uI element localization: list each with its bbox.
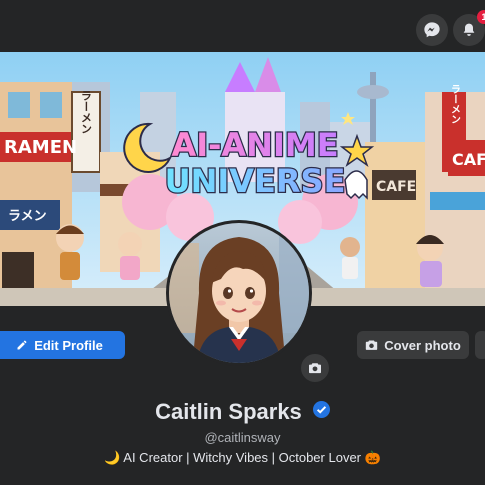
cover-photo-button[interactable]: Cover photo	[357, 331, 469, 359]
profile-name: Caitlin Sparks	[155, 399, 302, 424]
edit-profile-label: Edit Profile	[34, 337, 103, 353]
cover-sign-ramen: RAMEN	[4, 137, 77, 158]
cover-sign-ramen-small: ラメン	[8, 209, 47, 224]
cover-banner-line2: UNIVERSE	[165, 162, 346, 200]
verified-badge-icon	[312, 401, 330, 418]
profile-name-row: Caitlin Sparks	[0, 399, 485, 425]
more-options-button[interactable]	[475, 331, 485, 359]
cover-sign-cafe-partial: CAF	[452, 150, 485, 169]
camera-icon	[309, 363, 321, 374]
profile-picture-frame[interactable]	[166, 220, 312, 366]
avatar[interactable]	[169, 223, 309, 363]
cover-sign-cafe: CAFE	[376, 179, 416, 195]
messenger-icon	[424, 22, 440, 38]
avatar-illustration	[169, 223, 309, 363]
messenger-button[interactable]	[416, 14, 448, 46]
cover-banner-line1: AI-ANIME	[171, 126, 338, 164]
pencil-icon	[17, 340, 27, 350]
change-profile-picture-button[interactable]	[299, 352, 331, 384]
cover-sign-ramen-right: ラーメン	[449, 84, 461, 124]
cover-photo-label: Cover photo	[384, 337, 461, 353]
camera-icon	[366, 340, 378, 350]
profile-handle: @caitlinsway	[204, 430, 281, 445]
notification-count-badge: 1	[477, 10, 485, 24]
bell-icon	[463, 23, 475, 36]
profile-bio: 🌙 AI Creator | Witchy Vibes | October Lo…	[104, 450, 381, 465]
cover-sign-ramen-vertical: ラーメン	[80, 90, 93, 134]
top-navigation-bar: 1	[0, 0, 485, 56]
notifications-button[interactable]: 1	[453, 10, 485, 46]
edit-profile-button[interactable]: Edit Profile	[0, 331, 125, 359]
